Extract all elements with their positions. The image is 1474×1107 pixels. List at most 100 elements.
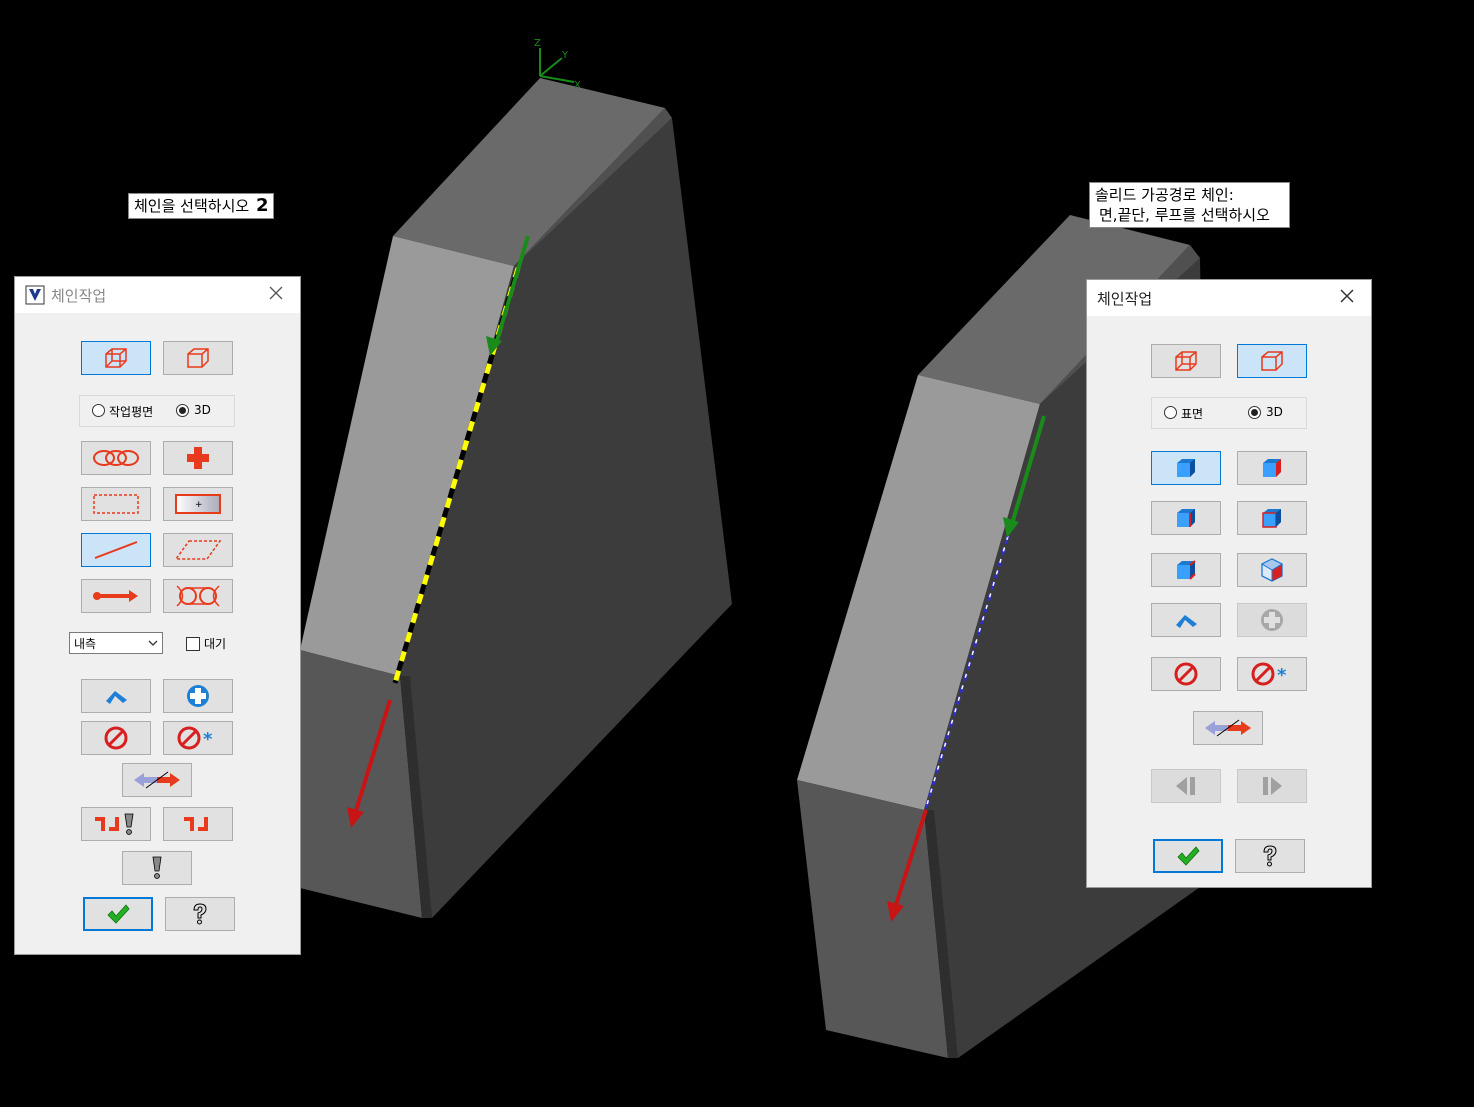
single-line-icon bbox=[94, 541, 138, 559]
edge-select-button[interactable] bbox=[1151, 501, 1221, 535]
exclamation-icon bbox=[152, 856, 162, 879]
clear-icon bbox=[104, 726, 128, 750]
right-prompt: 솔리드 가공경로 체인: 면,끝단, 루프를 선택하시오 bbox=[1089, 182, 1290, 228]
single-button[interactable] bbox=[81, 533, 151, 567]
loop-select-button[interactable] bbox=[1237, 501, 1307, 535]
radio-surface[interactable] bbox=[1164, 406, 1177, 419]
clear-all-button[interactable]: * bbox=[1237, 657, 1307, 691]
ok-button[interactable] bbox=[83, 897, 153, 931]
add-button[interactable] bbox=[163, 679, 233, 713]
help-button[interactable] bbox=[165, 897, 235, 931]
left-prompt-text: 체인을 선택하시오 bbox=[134, 197, 250, 215]
add-icon bbox=[1261, 609, 1283, 631]
clear-all-icon: * bbox=[177, 726, 213, 750]
next-icon bbox=[1263, 777, 1282, 795]
reverse-direction-icon bbox=[134, 771, 180, 789]
radio-3d[interactable] bbox=[1248, 406, 1261, 419]
body-select-icon bbox=[1177, 459, 1195, 477]
clear-all-button[interactable]: * bbox=[163, 721, 233, 755]
radio-work-plane[interactable] bbox=[92, 404, 105, 417]
right-prompt-line1: 솔리드 가공경로 체인: bbox=[1095, 186, 1234, 204]
axis-x-label: X bbox=[574, 80, 581, 91]
help-icon bbox=[1263, 845, 1277, 867]
point-button[interactable] bbox=[163, 441, 233, 475]
wireframe-mode-button[interactable] bbox=[1151, 344, 1221, 378]
face-select-icon bbox=[1263, 459, 1281, 477]
chevron-down-icon bbox=[148, 640, 158, 646]
solid-mode-button[interactable] bbox=[163, 341, 233, 375]
polygon-button[interactable] bbox=[163, 533, 233, 567]
unselect-last-button[interactable] bbox=[81, 679, 151, 713]
vector-icon bbox=[93, 590, 138, 602]
chain-button[interactable] bbox=[81, 441, 151, 475]
checkmark-icon bbox=[1177, 846, 1200, 866]
left-chain-dialog: 체인작업 작업평면 3D + 내측 대기 * bbox=[14, 276, 301, 955]
partial-chain-icon bbox=[176, 585, 220, 607]
axis-y-label: Y bbox=[561, 50, 569, 61]
add-icon bbox=[187, 685, 209, 707]
wait-checkbox[interactable] bbox=[186, 637, 200, 651]
reverse-direction-icon bbox=[1205, 719, 1251, 737]
partial-loop-button[interactable] bbox=[1151, 553, 1221, 587]
polygon-icon bbox=[174, 540, 222, 560]
solid-cube-icon bbox=[187, 348, 209, 368]
back-face-button[interactable] bbox=[1237, 553, 1307, 587]
clear-button[interactable] bbox=[1151, 657, 1221, 691]
next-button[interactable] bbox=[1237, 769, 1307, 803]
left-dialog-titlebar[interactable]: 체인작업 bbox=[15, 277, 300, 313]
radio-3d[interactable] bbox=[176, 404, 189, 417]
reverse-button[interactable] bbox=[1193, 711, 1263, 745]
right-dialog-title: 체인작업 bbox=[1097, 290, 1153, 308]
body-select-button[interactable] bbox=[1151, 451, 1221, 485]
solid-cube-icon bbox=[1261, 351, 1283, 371]
wireframe-cube-icon bbox=[105, 348, 127, 368]
checkmark-icon bbox=[107, 904, 130, 924]
left-dialog-title: 체인작업 bbox=[51, 287, 107, 305]
solid-mode-button[interactable] bbox=[1237, 344, 1307, 378]
left-prompt: 체인을 선택하시오 2 bbox=[128, 193, 275, 219]
unselect-last-button[interactable] bbox=[1151, 603, 1221, 637]
edge-select-icon bbox=[1177, 509, 1195, 527]
radio-3d-label: 3D bbox=[194, 403, 211, 417]
unselect-last-icon bbox=[1176, 615, 1197, 628]
warning-button[interactable] bbox=[122, 851, 192, 885]
left-plane-radio-group: 작업평면 3D bbox=[79, 395, 235, 427]
previous-icon bbox=[1176, 777, 1195, 795]
point-cross-icon bbox=[187, 447, 209, 469]
area-button[interactable]: + bbox=[163, 487, 233, 521]
close-icon[interactable] bbox=[266, 283, 286, 303]
svg-text:*: * bbox=[1277, 665, 1287, 686]
close-icon[interactable] bbox=[1337, 286, 1357, 306]
chain-options-icon bbox=[184, 817, 208, 831]
partial-button[interactable] bbox=[163, 579, 233, 613]
add-button[interactable] bbox=[1237, 603, 1307, 637]
clear-button[interactable] bbox=[81, 721, 151, 755]
chain-options-warning-icon bbox=[95, 813, 134, 835]
back-face-icon bbox=[1260, 558, 1284, 582]
wait-label: 대기 bbox=[204, 637, 227, 651]
reverse-button[interactable] bbox=[122, 763, 192, 797]
axis-z-label: Z bbox=[534, 38, 541, 49]
loop-select-icon bbox=[1262, 509, 1281, 528]
right-dialog-titlebar[interactable]: 체인작업 bbox=[1087, 280, 1371, 316]
clear-all-icon: * bbox=[1251, 662, 1287, 686]
area-icon: + bbox=[175, 494, 221, 514]
radio-work-plane-label: 작업평면 bbox=[109, 405, 154, 419]
vector-button[interactable] bbox=[81, 579, 151, 613]
ok-button[interactable] bbox=[1153, 839, 1223, 873]
face-select-button[interactable] bbox=[1237, 451, 1307, 485]
inside-select-value: 내측 bbox=[74, 637, 97, 651]
chain-icon bbox=[93, 450, 139, 466]
inside-select[interactable]: 내측 bbox=[69, 632, 163, 654]
clear-icon bbox=[1174, 662, 1198, 686]
previous-button[interactable] bbox=[1151, 769, 1221, 803]
right-chain-dialog: 체인작업 표면 3D * bbox=[1086, 279, 1372, 888]
help-button[interactable] bbox=[1235, 839, 1305, 873]
window-button[interactable] bbox=[81, 487, 151, 521]
wireframe-mode-button[interactable] bbox=[81, 341, 151, 375]
wireframe-cube-icon bbox=[1175, 351, 1197, 371]
chain-options-warning-button[interactable] bbox=[81, 807, 151, 841]
unselect-last-icon bbox=[106, 691, 127, 704]
chain-options-button[interactable] bbox=[163, 807, 233, 841]
radio-surface-label: 표면 bbox=[1181, 407, 1204, 421]
